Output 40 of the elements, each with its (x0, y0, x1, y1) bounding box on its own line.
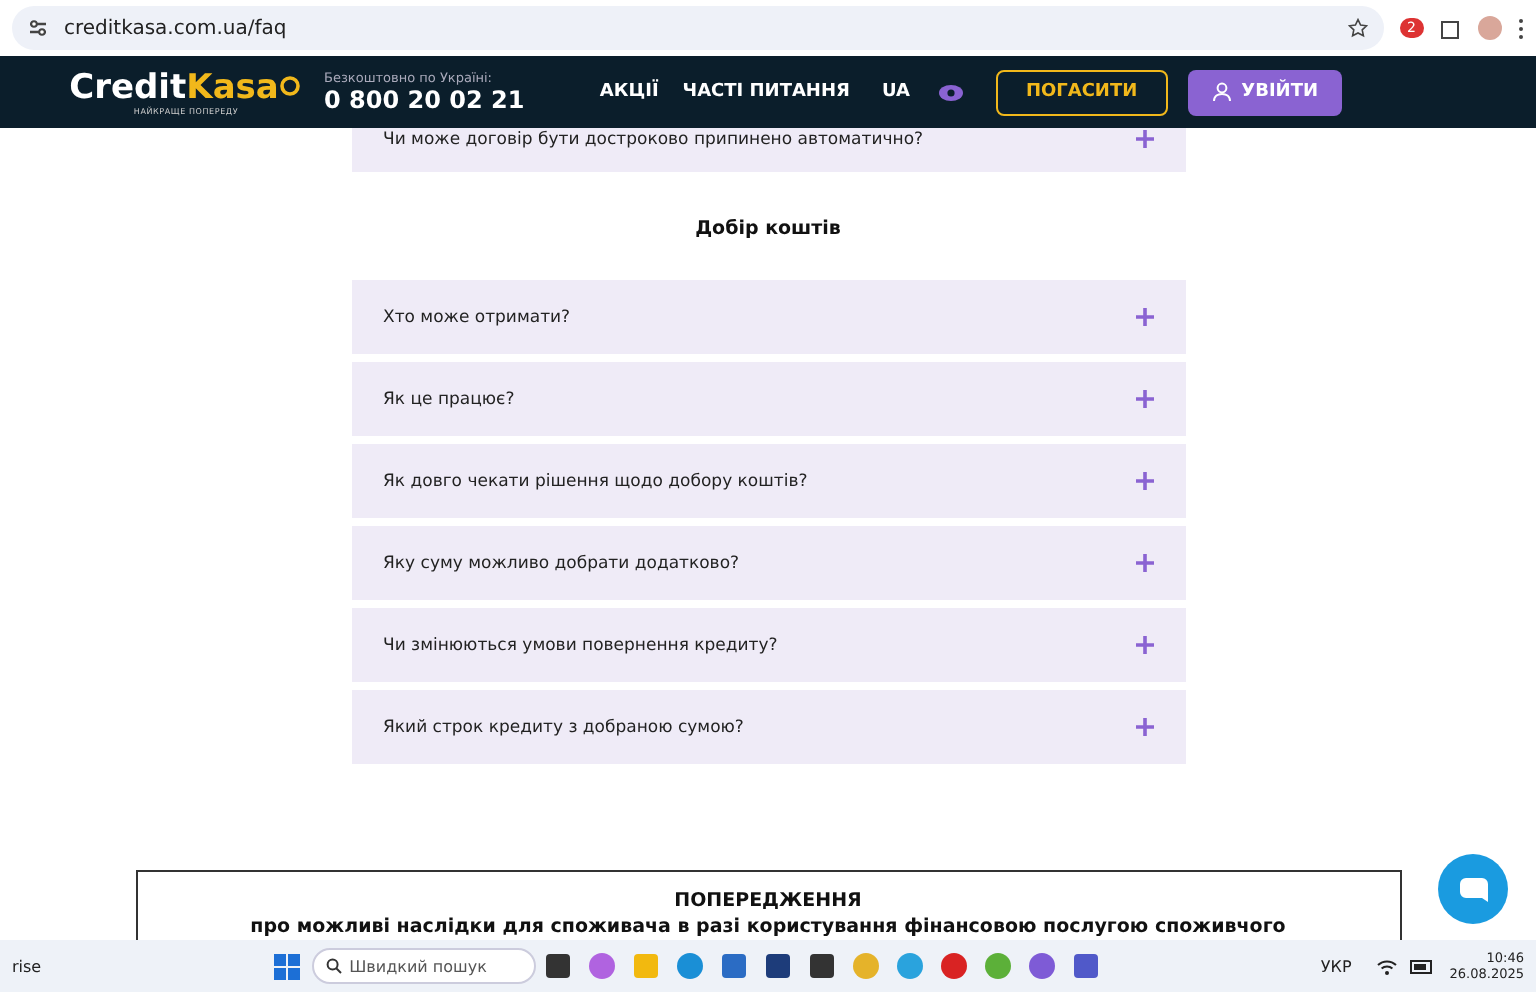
menu-icon[interactable] (1518, 17, 1524, 39)
plus-icon (1135, 636, 1153, 654)
nav-link[interactable]: ЧАСТІ ПИТАННЯ (682, 82, 850, 102)
warning-title: ПОПЕРЕДЖЕННЯ (674, 888, 862, 914)
section-title: Добір коштів (695, 218, 841, 240)
warning-text: про можливі наслідки для споживача в разі користування фінансовою послугою споживчого (250, 914, 1286, 940)
plus-icon (1135, 472, 1153, 490)
faq-item[interactable]: Як це працює? (351, 362, 1185, 436)
search-icon (325, 958, 342, 974)
plus-icon (1135, 718, 1153, 736)
site-settings-icon[interactable] (28, 18, 48, 38)
logo[interactable]: CreditKasa (69, 69, 303, 105)
phone-number[interactable]: 0 800 20 02 21 (324, 86, 525, 114)
login-button[interactable]: УВІЙТИ (1187, 69, 1342, 115)
star-icon[interactable] (1347, 18, 1368, 38)
pay-button[interactable]: ПОГАСИТИ (995, 69, 1168, 115)
user-icon (1211, 82, 1232, 102)
plus-icon (1135, 308, 1153, 326)
wifi-icon[interactable] (1375, 957, 1398, 975)
language-switch[interactable]: UA (881, 82, 910, 102)
plus-icon (1135, 554, 1153, 572)
language-indicator[interactable]: УКР (1320, 957, 1352, 975)
weather-widget-text[interactable]: rise (12, 957, 42, 975)
eye-icon[interactable] (937, 83, 964, 101)
address-bar[interactable]: creditkasa.com.ua/faq (12, 6, 1384, 50)
windows-logo-icon[interactable] (273, 953, 300, 979)
faq-item[interactable]: Чи змінюються умови повернення кредиту? (351, 608, 1185, 682)
nav-link[interactable]: АКЦІЇ (599, 82, 659, 102)
plus-icon (1135, 130, 1153, 148)
battery-icon[interactable] (1409, 959, 1434, 973)
faq-item[interactable]: Який строк кредиту з добраною сумою? (351, 690, 1185, 764)
faq-item[interactable]: Чи може договір бути достроково припинено автоматично? (351, 128, 1185, 172)
chat-bubble-icon (1459, 877, 1487, 901)
url-text: creditkasa.com.ua/faq (64, 17, 287, 39)
faq-item[interactable]: Як довго чекати рішення щодо добору коштів? (351, 444, 1185, 518)
plus-icon (1135, 390, 1153, 408)
faq-item[interactable]: Хто може отримати? (351, 280, 1185, 354)
chat-button[interactable] (1438, 854, 1508, 924)
faq-item[interactable]: Яку суму можливо добрати додатково? (351, 526, 1185, 600)
search-field[interactable]: Швидкий пошук (311, 948, 536, 984)
